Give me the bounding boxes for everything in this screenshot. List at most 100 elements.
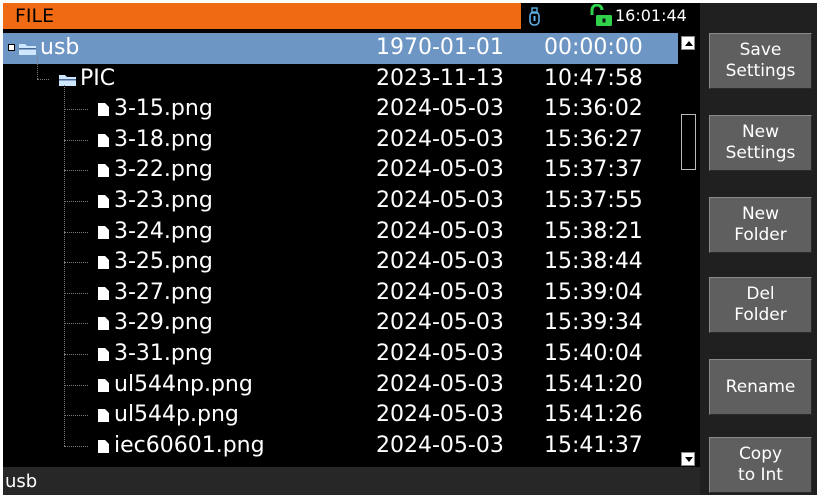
- file-row[interactable]: 3-22.png 2024-05-03 15:37:37: [3, 155, 678, 186]
- tree-connector: [64, 354, 88, 355]
- softkey-label-line1: Rename: [725, 376, 796, 397]
- tree-connector: [64, 415, 88, 417]
- new-folder-button[interactable]: New Folder: [709, 197, 812, 253]
- entry-time: 15:40:04: [544, 341, 643, 366]
- scroll-up-arrow-icon[interactable]: [681, 36, 695, 50]
- entry-name: ul544np.png: [114, 371, 253, 397]
- file-row[interactable]: 3-25.png 2024-05-03 15:38:44: [3, 247, 678, 278]
- tree-connector: [37, 54, 38, 79]
- file-row[interactable]: ul544np.png 2024-05-03 15:41:20: [3, 370, 678, 401]
- file-row[interactable]: 3-23.png 2024-05-03 15:37:55: [3, 186, 678, 217]
- entry-date: 2024-05-03: [376, 279, 504, 305]
- entry-name: 3-27.png: [114, 279, 213, 305]
- copy-to-int-button[interactable]: Copy to Int: [709, 437, 812, 493]
- file-icon: [98, 317, 109, 331]
- softkey-label-line2: to Int: [738, 465, 783, 485]
- entry-time: 15:41:26: [544, 402, 643, 428]
- tree-connector: [64, 85, 65, 447]
- entry-date: 2024-05-03: [376, 188, 504, 213]
- tree-connector: [64, 262, 88, 264]
- folder-row[interactable]: usb 1970-01-01 00:00:00: [3, 33, 678, 64]
- entry-time: 15:38:21: [544, 218, 643, 244]
- file-icon: [98, 256, 109, 270]
- file-row[interactable]: 3-15.png 2024-05-03 15:36:02: [3, 94, 678, 125]
- entry-name: ul544p.png: [114, 402, 239, 428]
- folder-row[interactable]: PIC 2023-11-13 10:47:58: [3, 64, 678, 95]
- softkey-label-line1: New: [741, 204, 780, 224]
- entry-date: 2024-05-03: [376, 432, 504, 458]
- scroll-thumb[interactable]: [681, 114, 696, 170]
- save-settings-button[interactable]: Save Settings: [709, 33, 812, 89]
- file-icon: [98, 164, 109, 178]
- new-settings-button[interactable]: New Settings: [709, 115, 812, 171]
- usb-drive-icon: [529, 7, 540, 26]
- file-icon: [98, 409, 109, 423]
- file-row[interactable]: 3-18.png 2024-05-03 15:36:27: [3, 125, 678, 156]
- entry-name: 3-24.png: [114, 218, 213, 244]
- tree-connector: [64, 292, 88, 294]
- current-path: usb: [5, 471, 38, 492]
- entry-date: 2024-05-03: [376, 341, 504, 366]
- entry-time: 15:38:44: [544, 249, 643, 275]
- entry-time: 15:36:27: [544, 126, 643, 152]
- entry-date: 2024-05-03: [376, 157, 504, 183]
- tree-connector: [64, 201, 88, 202]
- entry-date: 2024-05-03: [376, 218, 504, 244]
- entry-name: 3-31.png: [114, 341, 213, 366]
- entry-date: 2024-05-03: [376, 249, 504, 275]
- rename-button[interactable]: Rename: [709, 359, 812, 415]
- entry-time: 15:37:37: [544, 157, 643, 183]
- del-folder-button[interactable]: Del Folder: [709, 277, 812, 333]
- file-tree[interactable]: usb 1970-01-01 00:00:00 PIC 2023-11-13 10:47:…: [3, 33, 700, 465]
- softkey-panel: Save Settings New Settings New Folder De…: [700, 3, 817, 495]
- entry-name: 3-22.png: [114, 157, 213, 183]
- unlocked-padlock-icon: [590, 4, 612, 26]
- entry-time: 10:47:58: [544, 65, 643, 91]
- title-bar: FILE 16:01:44: [3, 3, 700, 29]
- softkey-label-line1: New: [741, 122, 780, 142]
- entry-date: 2024-05-03: [376, 371, 504, 397]
- file-row[interactable]: iec60601.png 2024-05-03 15:41:37: [3, 431, 678, 462]
- window-title: FILE: [3, 3, 521, 29]
- tree-connector: [64, 323, 88, 325]
- softkey-label-line2: Folder: [734, 225, 787, 245]
- tree-connector: [37, 78, 49, 80]
- entry-name: 3-18.png: [114, 126, 213, 152]
- softkey-label-line2: Folder: [734, 305, 787, 325]
- file-icon: [98, 378, 109, 392]
- status-bar: usb: [3, 467, 700, 495]
- file-row[interactable]: ul544p.png 2024-05-03 15:41:26: [3, 400, 678, 431]
- entry-time: 15:36:02: [544, 96, 643, 122]
- entry-name: usb: [40, 35, 80, 60]
- entry-date: 2024-05-03: [376, 96, 504, 122]
- entry-time: 15:37:55: [544, 188, 643, 213]
- clock: 16:01:44: [615, 6, 687, 25]
- file-icon: [98, 225, 109, 239]
- file-icon: [98, 286, 109, 300]
- file-icon: [98, 195, 109, 208]
- file-row[interactable]: 3-24.png 2024-05-03 15:38:21: [3, 217, 678, 248]
- collapse-toggle-icon[interactable]: [8, 44, 15, 51]
- scroll-down-arrow-icon[interactable]: [681, 452, 695, 466]
- file-row[interactable]: 3-31.png 2024-05-03 15:40:04: [3, 339, 678, 370]
- file-row[interactable]: 3-27.png 2024-05-03 15:39:04: [3, 278, 678, 309]
- entry-time: 15:41:20: [544, 371, 643, 397]
- tree-connector: [64, 109, 88, 111]
- entry-date: 1970-01-01: [376, 35, 504, 60]
- softkey-label-line2: Settings: [725, 61, 796, 81]
- file-icon: [98, 103, 109, 117]
- file-icon: [98, 133, 109, 147]
- entry-time: 15:41:37: [544, 432, 643, 458]
- softkey-label-line2: Settings: [725, 143, 796, 163]
- entry-date: 2024-05-03: [376, 310, 504, 336]
- entry-name: 3-29.png: [114, 310, 213, 336]
- file-manager-screen: FILE 16:01:44 usb 1970-01-01 00:00:00 PIC 20…: [3, 3, 817, 495]
- file-icon: [98, 439, 109, 453]
- entry-time: 00:00:00: [544, 35, 643, 60]
- entry-name: 3-25.png: [114, 249, 213, 275]
- entry-name: 3-15.png: [114, 96, 213, 122]
- entry-date: 2024-05-03: [376, 126, 504, 152]
- scrollbar[interactable]: [680, 35, 697, 467]
- file-row[interactable]: 3-29.png 2024-05-03 15:39:34: [3, 308, 678, 339]
- tree-connector: [64, 170, 88, 172]
